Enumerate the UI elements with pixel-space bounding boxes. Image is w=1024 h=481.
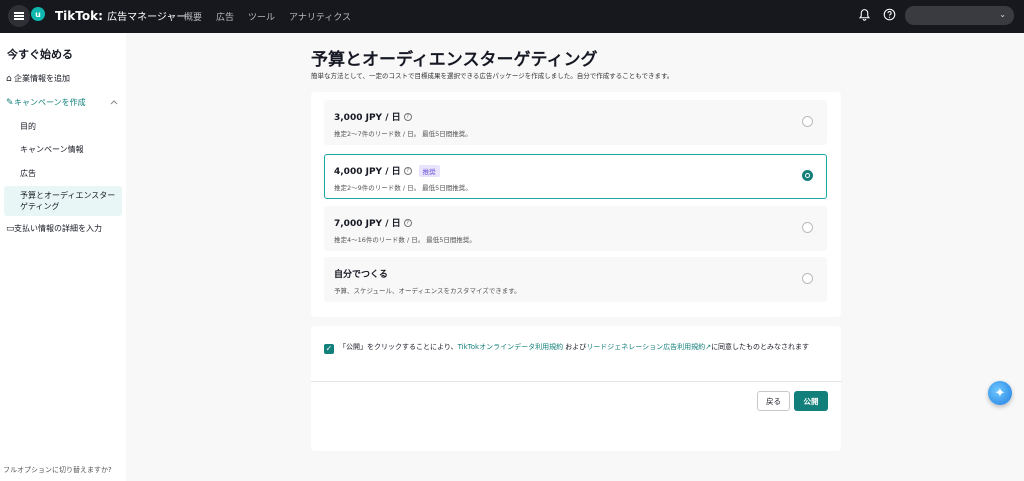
back-button[interactable]: 戻る bbox=[757, 391, 790, 411]
nav-ads[interactable]: 広告 bbox=[216, 10, 234, 23]
bell-icon[interactable] bbox=[858, 8, 871, 21]
data-terms-link[interactable]: TikTokオンラインデータ利用規約 bbox=[458, 343, 563, 351]
option-price: 自分でつくる bbox=[334, 270, 388, 280]
sidebar-subitem-ads[interactable]: 広告 bbox=[20, 168, 36, 179]
brand-name: TikTok: bbox=[55, 9, 103, 23]
sidebar-subitem-objective[interactable]: 目的 bbox=[20, 121, 36, 132]
nav-tools[interactable]: ツール bbox=[248, 10, 275, 23]
budget-option-4000[interactable]: 4,000 JPY / 日 ? 推奨 推定2～9件のリード数 / 日。 最低5日… bbox=[324, 154, 827, 199]
sidebar-item-label: 支払い情報の詳細を入力 bbox=[14, 224, 102, 233]
budget-option-custom[interactable]: 自分でつくる 予算、スケジュール、オーディエンスをカスタマイズできます。 bbox=[324, 257, 827, 302]
option-price: 3,000 JPY / 日 bbox=[334, 113, 401, 123]
top-icons bbox=[858, 8, 896, 21]
sidebar-item-label: キャンペーンを作成 bbox=[14, 98, 86, 107]
assistant-sparkle-icon[interactable]: ✦ bbox=[988, 381, 1012, 405]
option-description: 推定2～9件のリード数 / 日。 最低5日間推奨。 bbox=[334, 184, 472, 192]
option-description: 推定2～7件のリード数 / 日。 最低5日間推奨。 bbox=[334, 130, 472, 138]
question-icon[interactable]: ? bbox=[403, 218, 412, 227]
terms-checkbox[interactable]: ✓ bbox=[324, 344, 334, 354]
chevron-up-icon[interactable] bbox=[110, 99, 118, 105]
help-icon[interactable] bbox=[883, 8, 896, 21]
sidebar-item-label: 企業情報を追加 bbox=[14, 74, 70, 83]
brand-logo[interactable]: TikTok: 広告マネージャー bbox=[55, 8, 186, 23]
account-selector[interactable]: ⌄ bbox=[905, 6, 1014, 25]
top-bar: u TikTok: 広告マネージャー 概要 広告 ツール アナリティクス ⌄ bbox=[0, 0, 1024, 33]
page-description: 簡単な方法として、一定のコストで目標成果を選択できる広告パッケージを作成しました… bbox=[311, 72, 674, 80]
question-icon[interactable]: ? bbox=[403, 166, 412, 175]
main-content: 予算とオーディエンスターゲティング 簡単な方法として、一定のコストで目標成果を選… bbox=[126, 33, 1024, 481]
option-price: 4,000 JPY / 日 bbox=[334, 167, 401, 177]
avatar[interactable]: u bbox=[31, 7, 45, 21]
divider bbox=[311, 381, 842, 382]
publish-button[interactable]: 公開 bbox=[794, 391, 828, 411]
terms-pre: 「公開」をクリックすることにより、 bbox=[339, 343, 458, 351]
sidebar-title: 今すぐ始める bbox=[7, 48, 73, 61]
terms-text: 「公開」をクリックすることにより、TikTokオンラインデータ利用規約 およびリ… bbox=[339, 342, 832, 353]
option-description: 予算、スケジュール、オーディエンスをカスタマイズできます。 bbox=[334, 287, 521, 295]
leadgen-terms-link[interactable]: リードジェネレーション広告利用規約 bbox=[586, 343, 705, 351]
page-title: 予算とオーディエンスターゲティング bbox=[311, 50, 598, 70]
option-description: 推定4～16件のリード数 / 日。 最低5日間推奨。 bbox=[334, 236, 476, 244]
budget-option-7000[interactable]: 7,000 JPY / 日 ? 推定4～16件のリード数 / 日。 最低5日間推… bbox=[324, 206, 827, 251]
question-icon[interactable]: ? bbox=[403, 112, 412, 121]
switch-full-options-link[interactable]: フルオプションに切り替えますか? bbox=[3, 465, 112, 475]
pencil-icon: ✎ bbox=[6, 97, 14, 108]
nav-analytics[interactable]: アナリティクス bbox=[289, 10, 351, 23]
sidebar: 今すぐ始める ⌂ 企業情報を追加 ✎ キャンペーンを作成 目的 キャンペーン情報… bbox=[0, 33, 126, 481]
option-radio[interactable] bbox=[802, 116, 813, 127]
home-icon: ⌂ bbox=[6, 73, 12, 84]
sidebar-item-payment[interactable]: ▭ 支払い情報の詳細を入力 bbox=[0, 223, 122, 234]
nav-overview[interactable]: 概要 bbox=[184, 10, 202, 23]
menu-icon[interactable] bbox=[8, 5, 30, 27]
terms-mid: および bbox=[563, 343, 587, 351]
option-radio-selected[interactable] bbox=[802, 170, 813, 181]
sidebar-subitem-campaign-info[interactable]: キャンペーン情報 bbox=[20, 144, 84, 155]
recommended-badge: 推奨 bbox=[418, 164, 440, 177]
budget-option-3000[interactable]: 3,000 JPY / 日 ? 推定2～7件のリード数 / 日。 最低5日間推奨… bbox=[324, 100, 827, 145]
option-title: 4,000 JPY / 日 ? 推奨 bbox=[334, 164, 440, 177]
option-title: 7,000 JPY / 日 ? bbox=[334, 216, 412, 229]
brand-subtitle: 広告マネージャー bbox=[107, 12, 187, 23]
sidebar-item-campaign[interactable]: ✎ キャンペーンを作成 bbox=[0, 97, 122, 108]
budget-options-card: 3,000 JPY / 日 ? 推定2～7件のリード数 / 日。 最低5日間推奨… bbox=[311, 92, 841, 317]
top-nav: 概要 広告 ツール アナリティクス bbox=[184, 10, 351, 23]
option-price: 7,000 JPY / 日 bbox=[334, 219, 401, 229]
chevron-down-icon: ⌄ bbox=[999, 10, 1006, 19]
sidebar-item-company[interactable]: ⌂ 企業情報を追加 bbox=[0, 73, 122, 84]
option-title: 3,000 JPY / 日 ? bbox=[334, 110, 412, 123]
option-radio[interactable] bbox=[802, 273, 813, 284]
card-icon: ▭ bbox=[6, 223, 15, 234]
option-title: 自分でつくる bbox=[334, 267, 388, 280]
option-radio[interactable] bbox=[802, 222, 813, 233]
sidebar-subitem-budget[interactable]: 予算とオーディエンスターゲティング bbox=[4, 186, 122, 216]
terms-post: に同意したものとみなされます bbox=[711, 343, 810, 351]
